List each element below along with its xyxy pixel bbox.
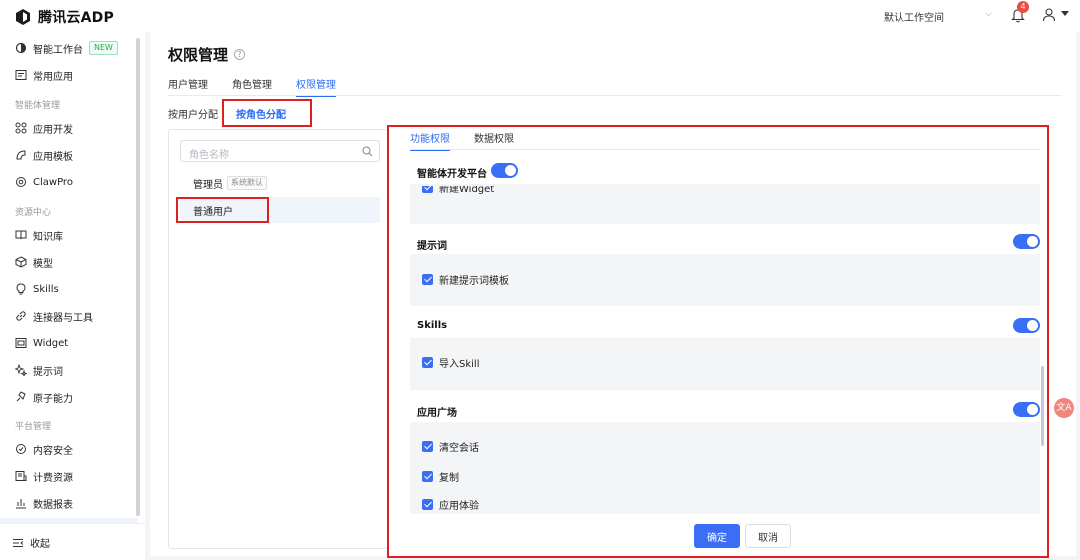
sidebar-item-label: Skills: [33, 283, 59, 295]
sparkle-icon: [15, 364, 27, 376]
search-placeholder: 角色名称: [189, 150, 229, 161]
search-icon[interactable]: [362, 146, 373, 157]
collapse-button[interactable]: 收起: [12, 535, 50, 550]
translate-icon[interactable]: 文A: [1054, 398, 1074, 418]
tabs-divider: [168, 95, 1061, 96]
sidebar-group-label: 资源中心: [15, 208, 52, 218]
sidebar-item-reports[interactable]: 数据报表: [15, 495, 73, 511]
workspace-selector[interactable]: 默认工作空间: [884, 9, 944, 24]
sidebar-item-knowledge[interactable]: 知识库: [15, 227, 63, 243]
new-badge: NEW: [89, 41, 118, 55]
widget-icon: [15, 338, 27, 348]
sidebar-item-label: 内容安全: [33, 445, 73, 457]
sidebar-item-workbench[interactable]: 智能工作台 NEW: [15, 40, 118, 56]
tab-user-management[interactable]: 用户管理: [168, 76, 208, 97]
sidebar-item-widget[interactable]: Widget: [15, 335, 68, 351]
caret-down-icon[interactable]: [1061, 11, 1069, 16]
billing-icon: [15, 471, 27, 481]
highlight-box-role: [176, 197, 269, 223]
sidebar-group-label: 智能体管理: [15, 101, 61, 111]
sidebar-item-label: 原子能力: [33, 393, 73, 405]
book-icon: [15, 230, 27, 240]
sidebar-item-models[interactable]: 模型: [15, 254, 53, 270]
atom-icon: [16, 391, 26, 402]
subtab-by-user[interactable]: 按用户分配: [168, 106, 218, 121]
sidebar-item-label: Widget: [33, 337, 69, 349]
sidebar: 智能工作台 NEW 常用应用 智能体管理 应用开发 应用模板 ClawPro 资…: [0, 32, 145, 560]
sidebar-item-label: 数据报表: [33, 499, 73, 511]
cube-icon: [15, 256, 27, 268]
sidebar-item-prompts[interactable]: 提示词: [15, 362, 63, 378]
role-name: 管理员: [193, 179, 223, 191]
sidebar-item-label: 计费资源: [33, 472, 73, 484]
sidebar-item-label: 常用应用: [33, 71, 73, 83]
sidebar-item-app-dev[interactable]: 应用开发: [15, 120, 73, 136]
claw-icon: [16, 177, 26, 187]
cloud-logo-icon: [16, 9, 30, 25]
link-icon: [16, 311, 26, 321]
tab-permission-management[interactable]: 权限管理: [296, 76, 336, 97]
chart-icon: [16, 499, 26, 509]
system-default-tag: 系统默认: [227, 176, 267, 190]
sidebar-item-skills[interactable]: Skills: [15, 281, 59, 297]
page-title-text: 权限管理: [168, 46, 229, 64]
highlight-box-subtab: [222, 99, 312, 127]
sidebar-item-connectors[interactable]: 连接器与工具: [15, 308, 93, 324]
page-title: 权限管理 ?: [168, 44, 246, 65]
sidebar-item-app-template[interactable]: 应用模板: [15, 147, 73, 163]
collapse-label: 收起: [30, 539, 50, 550]
sidebar-item-label: 应用模板: [33, 151, 73, 163]
sidebar-item-clawpro[interactable]: ClawPro: [15, 174, 73, 190]
chevron-down-icon[interactable]: ⌵: [985, 9, 992, 19]
role-item-admin[interactable]: 管理员 系统默认: [180, 170, 380, 196]
sidebar-item-label: ClawPro: [33, 176, 73, 188]
sidebar-item-label: 模型: [33, 258, 53, 270]
highlight-box-permissions: [387, 125, 1049, 558]
collapse-icon: [13, 538, 24, 547]
user-icon[interactable]: [1042, 7, 1056, 23]
app-title: 腾讯云ADP: [38, 10, 114, 26]
grid-icon: [15, 122, 27, 134]
sidebar-divider: [0, 523, 145, 524]
bulb-icon: [16, 283, 26, 295]
role-search-input[interactable]: 角色名称: [180, 140, 380, 162]
help-icon[interactable]: ?: [234, 49, 246, 60]
sidebar-item-atomic[interactable]: 原子能力: [15, 389, 73, 405]
tab-role-management[interactable]: 角色管理: [232, 76, 272, 97]
sidebar-group-label: 平台管理: [15, 422, 52, 432]
top-bar: 腾讯云ADP 默认工作空间 ⌵ 4: [0, 0, 1080, 32]
sidebar-item-content-safety[interactable]: 内容安全: [15, 441, 73, 457]
template-icon: [16, 150, 26, 160]
sidebar-item-label: 提示词: [33, 366, 63, 378]
workbench-icon: [15, 42, 27, 54]
sidebar-item-billing[interactable]: 计费资源: [15, 468, 73, 484]
sidebar-item-label: 应用开发: [33, 124, 73, 136]
page-tabs: 用户管理 角色管理 权限管理: [168, 76, 336, 97]
sidebar-item-label: 知识库: [33, 231, 63, 243]
app-logo[interactable]: 腾讯云ADP: [14, 7, 114, 27]
sidebar-item-common-apps[interactable]: 常用应用: [15, 67, 73, 83]
shield-icon: [16, 444, 26, 454]
sidebar-scrollbar[interactable]: [136, 38, 140, 516]
role-panel: 角色名称 管理员 系统默认 普通用户: [168, 129, 388, 549]
sidebar-item-label: 智能工作台: [33, 44, 83, 56]
sidebar-item-label: 连接器与工具: [33, 312, 93, 324]
apps-icon: [15, 70, 27, 80]
notification-badge: 4: [1017, 1, 1029, 13]
